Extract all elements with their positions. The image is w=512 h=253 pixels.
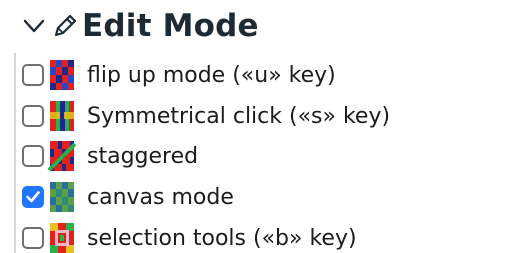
staggered-checkbox[interactable] bbox=[22, 145, 44, 167]
option-selection-tools[interactable]: selection tools («b» key) bbox=[22, 219, 357, 253]
option-symmetrical-click[interactable]: Symmetrical click («s» key) bbox=[22, 97, 390, 135]
section-title: Edit Mode bbox=[82, 8, 259, 44]
selection-tools-checkbox[interactable] bbox=[22, 227, 44, 249]
selection-tools-icon bbox=[46, 222, 78, 253]
canvas-mode-icon bbox=[46, 181, 78, 213]
canvas-mode-checkbox[interactable] bbox=[22, 186, 44, 208]
staggered-icon bbox=[46, 140, 78, 172]
symmetrical-click-checkbox[interactable] bbox=[22, 105, 44, 127]
option-label: flip up mode («u» key) bbox=[87, 62, 336, 88]
option-label: selection tools («b» key) bbox=[87, 225, 357, 251]
flip-up-mode-checkbox[interactable] bbox=[22, 64, 44, 86]
option-label: Symmetrical click («s» key) bbox=[87, 103, 391, 129]
pencil-icon bbox=[50, 11, 80, 41]
section-divider bbox=[14, 53, 16, 253]
flip-up-mode-icon bbox=[46, 59, 78, 91]
edit-mode-panel: Edit Mode flip up mode («u» key) Symmetr… bbox=[0, 0, 512, 253]
option-canvas-mode[interactable]: canvas mode bbox=[22, 178, 234, 216]
option-label: canvas mode bbox=[87, 184, 234, 210]
option-flip-up-mode[interactable]: flip up mode («u» key) bbox=[22, 56, 336, 94]
chevron-down-icon[interactable] bbox=[22, 14, 46, 38]
option-staggered[interactable]: staggered bbox=[22, 137, 198, 175]
symmetrical-click-icon bbox=[46, 100, 78, 132]
option-label: staggered bbox=[87, 143, 199, 169]
edit-mode-header[interactable]: Edit Mode bbox=[22, 4, 259, 48]
